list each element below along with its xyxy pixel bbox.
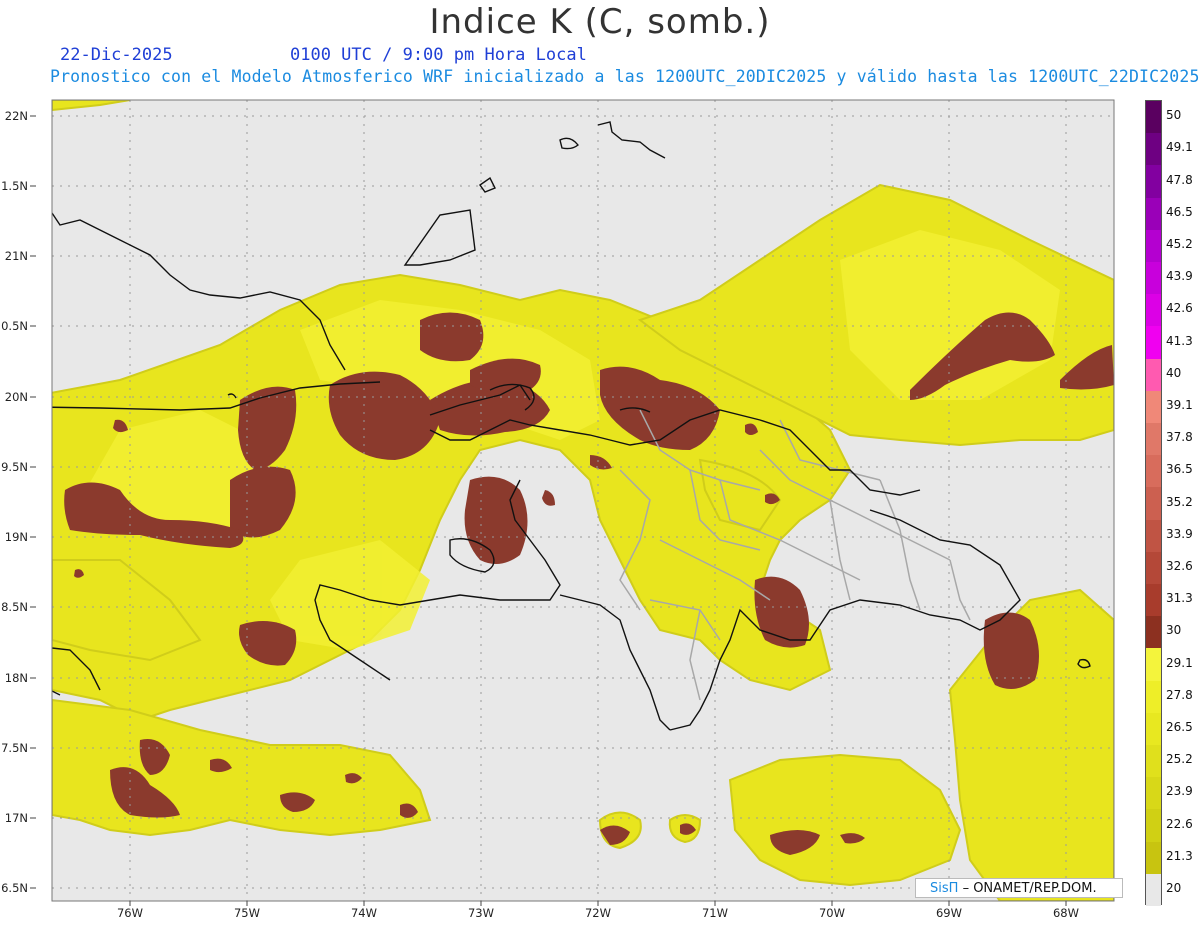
color-scale-label: 36.5 (1166, 462, 1193, 477)
color-scale-label: 21.3 (1166, 848, 1193, 863)
lon-tick-label: 76W (117, 906, 143, 920)
color-scale-segment (1146, 712, 1161, 746)
map-panel: 22N 1.5N 21N 0.5N 20N 9.5N 19N 8.5N 18N … (0, 0, 1200, 931)
latitude-axis: 22N 1.5N 21N 0.5N 20N 9.5N 19N 8.5N 18N … (1, 109, 28, 895)
map-svg: 22N 1.5N 21N 0.5N 20N 9.5N 19N 8.5N 18N … (1, 99, 1115, 920)
color-scale-segment (1146, 745, 1161, 778)
color-scale-label: 23.9 (1166, 784, 1193, 799)
color-scale-segment (1146, 455, 1161, 488)
lon-tick-label: 75W (234, 906, 260, 920)
color-scale-label: 31.3 (1166, 591, 1193, 606)
credit-brand: SisΠ (930, 881, 959, 896)
color-scale-segment (1146, 101, 1161, 134)
color-scale-label: 35.2 (1166, 494, 1193, 509)
color-scale-segment (1146, 390, 1161, 424)
lon-tick-label: 70W (819, 906, 845, 920)
color-scale-label: 26.5 (1166, 719, 1193, 734)
color-scale-label: 25.2 (1166, 752, 1193, 767)
longitude-axis: 76W 75W 74W 73W 72W 71W 70W 69W 68W (117, 906, 1079, 920)
color-scale-segment (1146, 358, 1161, 392)
lat-tick-label: 0.5N (1, 319, 28, 333)
color-scale-segment (1146, 165, 1161, 199)
color-scale-segment (1146, 197, 1161, 231)
color-scale-label: 50 (1166, 108, 1182, 123)
color-scale-segment (1146, 777, 1161, 810)
lat-ticks (30, 115, 36, 889)
color-scale-label: 43.9 (1166, 269, 1193, 284)
color-scale-label: 29.1 (1166, 655, 1193, 670)
lat-tick-label: 22N (5, 109, 28, 123)
color-scale-segment (1146, 809, 1161, 843)
color-scale-bar (1145, 100, 1162, 907)
lat-tick-label: 8.5N (1, 600, 28, 614)
lon-ticks (129, 901, 1067, 906)
lat-tick-label: 9.5N (1, 460, 28, 474)
color-scale-label: 47.8 (1166, 172, 1193, 187)
color-scale-label: 49.1 (1166, 140, 1193, 155)
color-scale-label: 39.1 (1166, 397, 1193, 412)
color-scale-label: 40 (1166, 365, 1182, 380)
color-scale-segment (1146, 133, 1161, 166)
color-scale-label: 22.6 (1166, 816, 1193, 831)
color-scale-label: 42.6 (1166, 301, 1193, 316)
color-scale-segment (1146, 551, 1161, 585)
color-scale-segment (1146, 229, 1161, 263)
lon-tick-label: 73W (468, 906, 494, 920)
lon-tick-label: 72W (585, 906, 611, 920)
color-scale-segment (1146, 423, 1161, 456)
color-scale-segment (1146, 294, 1161, 327)
color-scale-label: 20 (1166, 880, 1182, 895)
color-scale-segment (1146, 680, 1161, 714)
lat-tick-label: 7.5N (1, 741, 28, 755)
color-scale-segment (1146, 326, 1161, 360)
color-scale-label: 41.3 (1166, 333, 1193, 348)
color-scale-segment (1146, 584, 1161, 617)
color-scale-label: 30 (1166, 623, 1182, 638)
lat-tick-label: 1.5N (1, 179, 28, 193)
lat-tick-label: 20N (5, 390, 28, 404)
lat-tick-label: 6.5N (1, 881, 28, 895)
color-scale-label: 37.8 (1166, 430, 1193, 445)
color-scale-segment (1146, 616, 1161, 649)
color-scale-label: 32.6 (1166, 558, 1193, 573)
color-scale-segment (1146, 262, 1161, 295)
color-scale-segment (1146, 487, 1161, 521)
credit-text: – ONAMET/REP.DOM. (962, 881, 1097, 896)
color-scale-segment (1146, 841, 1161, 875)
lat-tick-label: 17N (5, 811, 28, 825)
color-scale-label: 46.5 (1166, 204, 1193, 219)
color-scale-label: 33.9 (1166, 526, 1193, 541)
lat-tick-label: 18N (5, 671, 28, 685)
color-scale-label: 27.8 (1166, 687, 1193, 702)
lon-tick-label: 74W (351, 906, 377, 920)
lon-tick-label: 68W (1053, 906, 1079, 920)
color-scale-label: 45.2 (1166, 236, 1193, 251)
lat-tick-label: 21N (5, 249, 28, 263)
color-scale-segment (1146, 519, 1161, 553)
credit-box: SisΠ – ONAMET/REP.DOM. (915, 878, 1123, 898)
color-scale-segment (1146, 648, 1161, 682)
color-scale-segment (1146, 873, 1161, 907)
lon-tick-label: 69W (936, 906, 962, 920)
lat-tick-label: 19N (5, 530, 28, 544)
lon-tick-label: 71W (702, 906, 728, 920)
